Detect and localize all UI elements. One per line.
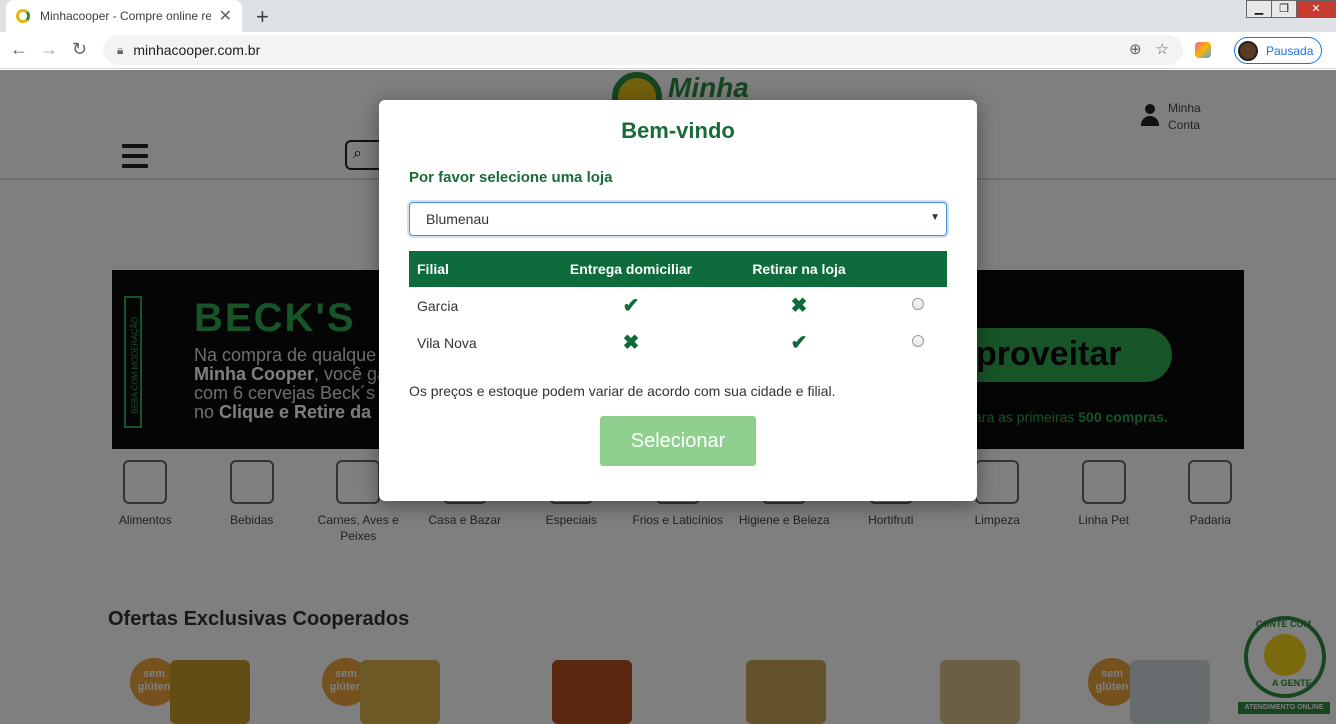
modal-prompt: Por favor selecione uma loja bbox=[409, 169, 613, 186]
star-bookmark-icon[interactable]: ☆ bbox=[1156, 40, 1169, 58]
cross-icon: ✖ bbox=[622, 332, 640, 354]
omnibox[interactable]: 🔒︎ minhacooper.com.br ⊕ ☆ bbox=[103, 35, 1183, 65]
table-row[interactable]: Vila Nova ✖ ✔ bbox=[409, 324, 947, 361]
store-name: Vila Nova bbox=[417, 334, 477, 351]
address-bar-row: ← → ↻ 🔒︎ minhacooper.com.br ⊕ ☆ Pausada bbox=[0, 32, 1336, 69]
tab-title: Minhacooper - Compre online re bbox=[40, 9, 211, 23]
avatar bbox=[1238, 40, 1258, 61]
price-note: Os preços e estoque podem variar de acor… bbox=[409, 383, 836, 399]
city-select-value: Blumenau bbox=[426, 211, 490, 227]
cross-icon: ✖ bbox=[790, 295, 808, 317]
profile-label: Pausada bbox=[1266, 43, 1314, 58]
store-radio-vila-nova[interactable] bbox=[912, 334, 924, 347]
profile-button[interactable]: Pausada bbox=[1234, 37, 1322, 64]
forward-arrow-icon[interactable]: → bbox=[40, 39, 58, 60]
city-select[interactable]: Blumenau ▼ bbox=[409, 202, 947, 236]
site-favicon-icon bbox=[16, 9, 30, 23]
extension-icon[interactable] bbox=[1195, 42, 1211, 58]
close-window-button[interactable]: ✕ bbox=[1296, 0, 1336, 18]
table-row[interactable]: Garcia ✔ ✖ bbox=[409, 287, 947, 324]
store-radio-garcia[interactable] bbox=[912, 297, 924, 310]
modal-title: Bem-vindo bbox=[621, 118, 735, 143]
new-tab-button[interactable]: + bbox=[256, 4, 269, 30]
column-header-retirar: Retirar na loja bbox=[752, 261, 846, 277]
back-arrow-icon[interactable]: ← bbox=[10, 39, 28, 60]
checkmark-icon: ✔ bbox=[622, 295, 640, 317]
dropdown-arrow-icon: ▼ bbox=[930, 212, 940, 223]
column-header-filial: Filial bbox=[417, 261, 449, 277]
minimize-button[interactable]: ▁ bbox=[1246, 0, 1272, 18]
close-tab-icon[interactable]: ✕ bbox=[219, 6, 232, 26]
url-text[interactable]: minhacooper.com.br bbox=[133, 42, 260, 58]
zoom-plus-icon[interactable]: ⊕ bbox=[1129, 40, 1142, 58]
checkmark-icon: ✔ bbox=[790, 332, 808, 354]
restore-button[interactable]: ❐ bbox=[1271, 0, 1297, 18]
column-header-entrega: Entrega domiciliar bbox=[569, 261, 693, 277]
select-store-button[interactable]: Selecionar bbox=[600, 416, 756, 466]
lock-icon: 🔒︎ bbox=[117, 42, 124, 57]
browser-tab[interactable]: Minhacooper - Compre online re ✕ bbox=[6, 0, 242, 32]
reload-icon[interactable]: ↻ bbox=[72, 39, 87, 60]
store-name: Garcia bbox=[417, 297, 459, 314]
browser-tab-bar: Minhacooper - Compre online re ✕ + ▁ ❐ ✕ bbox=[0, 0, 1336, 32]
store-table: Filial Entrega domiciliar Retirar na loj… bbox=[409, 251, 947, 361]
window-controls: ▁ ❐ ✕ bbox=[1246, 0, 1336, 18]
store-select-modal: Bem-vindo Por favor selecione uma loja B… bbox=[379, 100, 977, 501]
store-table-header: Filial Entrega domiciliar Retirar na loj… bbox=[409, 251, 947, 287]
